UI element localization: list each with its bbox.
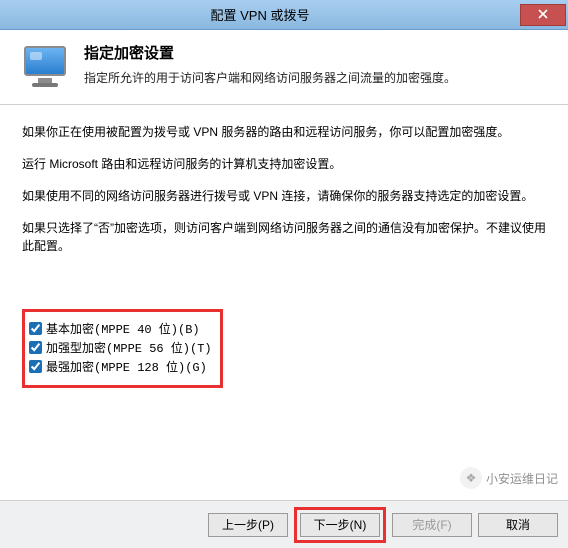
finish-button: 完成(F) xyxy=(392,513,472,537)
label-basic-encryption[interactable]: 基本加密(MPPE 40 位)(B) xyxy=(46,320,200,337)
previous-button[interactable]: 上一步(P) xyxy=(208,513,288,537)
next-button[interactable]: 下一步(N) xyxy=(300,513,380,537)
body-para-4: 如果只选择了“否”加密选项，则访问客户端到网络访问服务器之间的通信没有加密保护。… xyxy=(22,219,546,255)
close-button[interactable] xyxy=(520,4,566,26)
page-subtitle: 指定所允许的用于访问客户端和网络访问服务器之间流量的加密强度。 xyxy=(84,69,456,86)
checkbox-strong-encryption[interactable] xyxy=(29,341,42,354)
label-strong-encryption[interactable]: 加强型加密(MPPE 56 位)(T) xyxy=(46,339,212,356)
monitor-icon xyxy=(18,40,74,90)
option-strongest-row: 最强加密(MPPE 128 位)(G) xyxy=(29,358,212,375)
header-text: 指定加密设置 指定所允许的用于访问客户端和网络访问服务器之间流量的加密强度。 xyxy=(84,40,456,86)
encryption-options-group: 基本加密(MPPE 40 位)(B) 加强型加密(MPPE 56 位)(T) 最… xyxy=(22,309,223,388)
body-para-2: 运行 Microsoft 路由和远程访问服务的计算机支持加密设置。 xyxy=(22,155,546,173)
next-button-highlight: 下一步(N) xyxy=(294,507,386,543)
label-strongest-encryption[interactable]: 最强加密(MPPE 128 位)(G) xyxy=(46,358,207,375)
window-title: 配置 VPN 或拨号 xyxy=(0,5,520,24)
page-title: 指定加密设置 xyxy=(84,42,456,63)
checkbox-basic-encryption[interactable] xyxy=(29,322,42,335)
body-para-1: 如果你正在使用被配置为拨号或 VPN 服务器的路由和远程访问服务，你可以配置加密… xyxy=(22,123,546,141)
wizard-footer: 上一步(P) 下一步(N) 完成(F) 取消 xyxy=(0,500,568,548)
option-basic-row: 基本加密(MPPE 40 位)(B) xyxy=(29,320,212,337)
body-para-3: 如果使用不同的网络访问服务器进行拨号或 VPN 连接，请确保你的服务器支持选定的… xyxy=(22,187,546,205)
option-strong-row: 加强型加密(MPPE 56 位)(T) xyxy=(29,339,212,356)
close-icon xyxy=(538,8,548,22)
cancel-button[interactable]: 取消 xyxy=(478,513,558,537)
checkbox-strongest-encryption[interactable] xyxy=(29,360,42,373)
wizard-body: 如果你正在使用被配置为拨号或 VPN 服务器的路由和远程访问服务，你可以配置加密… xyxy=(0,105,568,500)
wizard-header: 指定加密设置 指定所允许的用于访问客户端和网络访问服务器之间流量的加密强度。 xyxy=(0,30,568,105)
titlebar: 配置 VPN 或拨号 xyxy=(0,0,568,30)
